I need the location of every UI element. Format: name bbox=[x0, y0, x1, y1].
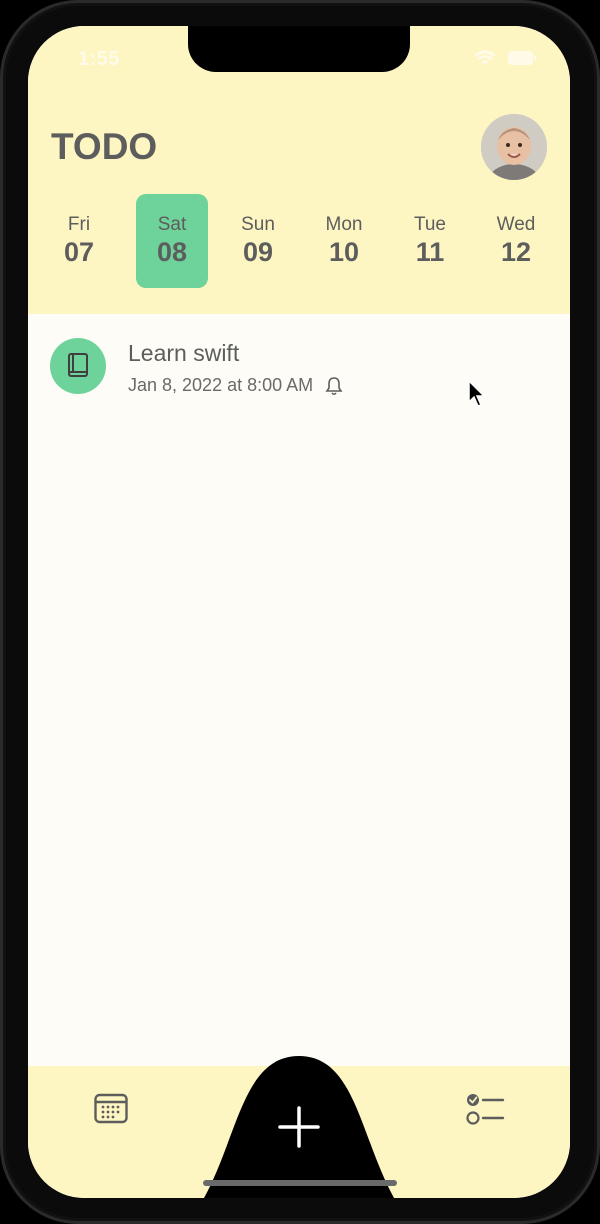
add-task-button[interactable] bbox=[274, 1102, 324, 1152]
day-number: 10 bbox=[328, 237, 360, 267]
checklist-icon bbox=[466, 1094, 505, 1125]
plus-icon bbox=[278, 1106, 320, 1148]
day-number: 09 bbox=[242, 237, 274, 267]
device-notch bbox=[188, 26, 410, 72]
calendar-icon bbox=[94, 1093, 128, 1124]
day-sat-selected[interactable]: Sat 08 bbox=[136, 194, 208, 288]
day-number: 07 bbox=[63, 237, 95, 267]
task-datetime: Jan 8, 2022 at 8:00 AM bbox=[128, 375, 314, 395]
tab-calendar[interactable] bbox=[94, 1092, 128, 1129]
battery-icon bbox=[508, 51, 536, 65]
page-title: TODO bbox=[51, 126, 158, 167]
day-name: Sat bbox=[157, 214, 187, 235]
wifi-icon bbox=[474, 50, 496, 65]
tab-task-list[interactable] bbox=[465, 1092, 505, 1131]
status-icons bbox=[474, 50, 536, 66]
week-day-picker: Fri 07 Sat 08 Sun 09 Mon 10 Tue 11 Wed 1… bbox=[43, 194, 559, 288]
app-screen: 1:55 TODO Fri 07 Sat 08 Sun 09 Mon 10 Tu… bbox=[28, 26, 570, 1198]
day-number: 12 bbox=[500, 237, 532, 267]
home-indicator[interactable] bbox=[203, 1180, 397, 1186]
day-name: Wed bbox=[496, 214, 536, 235]
day-tue[interactable]: Tue 11 bbox=[394, 194, 466, 288]
bell-icon bbox=[325, 376, 343, 395]
day-sun[interactable]: Sun 09 bbox=[222, 194, 294, 288]
day-fri[interactable]: Fri 07 bbox=[43, 194, 115, 288]
phone-frame: 1:55 TODO Fri 07 Sat 08 Sun 09 Mon 10 Tu… bbox=[0, 0, 600, 1224]
book-icon bbox=[68, 353, 88, 377]
day-name: Mon bbox=[325, 214, 363, 235]
day-number: 08 bbox=[156, 237, 188, 267]
task-title: Learn swift bbox=[128, 340, 240, 366]
avatar-image bbox=[481, 114, 547, 180]
day-wed[interactable]: Wed 12 bbox=[480, 194, 552, 288]
status-time: 1:55 bbox=[78, 48, 121, 70]
day-name: Sun bbox=[241, 214, 275, 235]
task-category-badge bbox=[50, 338, 106, 394]
avatar[interactable] bbox=[481, 114, 547, 180]
day-name: Tue bbox=[413, 214, 447, 235]
task-meta: Jan 8, 2022 at 8:00 AM bbox=[128, 375, 343, 396]
day-name: Fri bbox=[67, 214, 91, 235]
mouse-pointer-icon bbox=[468, 380, 486, 407]
day-mon[interactable]: Mon 10 bbox=[308, 194, 380, 288]
day-number: 11 bbox=[415, 237, 445, 267]
